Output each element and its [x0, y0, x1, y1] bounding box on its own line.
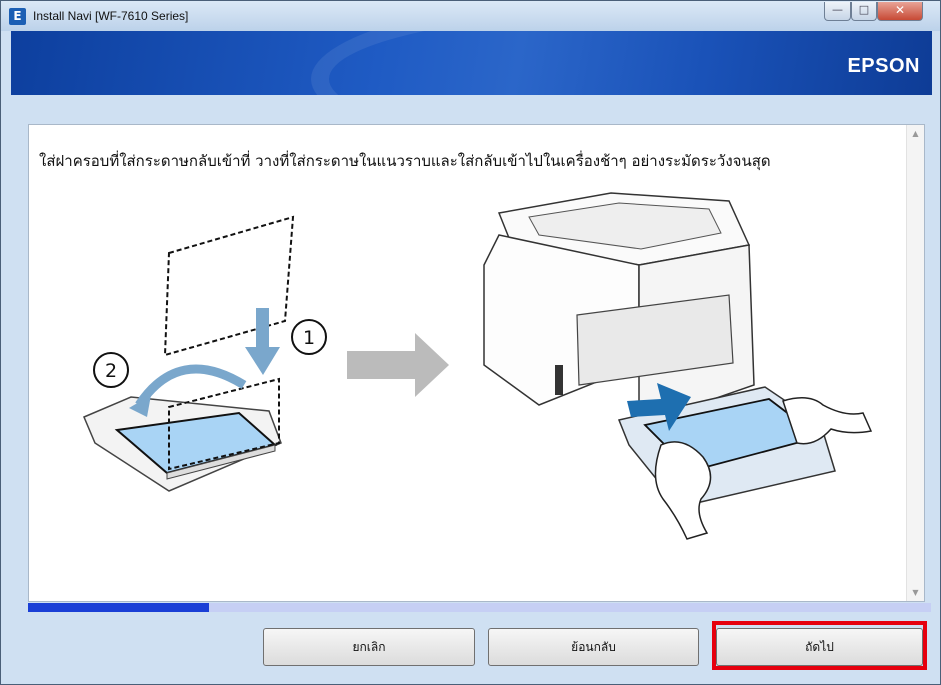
- cover-outline-dashed: [163, 215, 295, 357]
- header-banner: EPSON: [11, 31, 932, 95]
- paper-cassette-illustration: 1 2: [83, 192, 873, 540]
- maximize-button[interactable]: □: [851, 2, 877, 21]
- back-button[interactable]: ย้อนกลับ: [488, 628, 699, 666]
- down-arrow-shaft: [256, 308, 269, 350]
- cassette-cover-illustration: 1 2: [83, 215, 327, 492]
- next-button-highlight: [712, 621, 927, 670]
- cancel-button[interactable]: ยกเลิก: [263, 628, 475, 666]
- vertical-scrollbar[interactable]: ▲ ▼: [906, 125, 924, 601]
- progress-fill: [28, 603, 209, 612]
- main-panel: ใส่ฝาครอบที่ใส่กระดาษกลับเข้าที่ วางที่ใ…: [11, 95, 932, 603]
- install-progress-bar: [28, 603, 931, 612]
- direction-arrow: [347, 333, 449, 397]
- epson-logo: EPSON: [847, 55, 920, 77]
- printer-illustration: [483, 192, 873, 540]
- right-hand: [782, 397, 873, 445]
- scroll-down-icon[interactable]: ▼: [907, 584, 924, 601]
- close-icon: ✕: [894, 3, 906, 17]
- svg-text:2: 2: [105, 360, 117, 382]
- installer-window: E Install Navi [WF-7610 Series] — □ ✕ EP…: [0, 0, 941, 685]
- minimize-icon: —: [832, 3, 843, 16]
- banner-decoration: [311, 31, 932, 95]
- close-button[interactable]: ✕: [877, 2, 923, 21]
- maximize-icon: □: [858, 3, 870, 16]
- svg-text:1: 1: [303, 327, 315, 349]
- window-title: Install Navi [WF-7610 Series]: [33, 9, 189, 23]
- minimize-button[interactable]: —: [824, 2, 851, 21]
- title-bar: E Install Navi [WF-7610 Series] — □ ✕: [1, 1, 940, 31]
- left-hand: [654, 441, 712, 540]
- instruction-area: ใส่ฝาครอบที่ใส่กระดาษกลับเข้าที่ วางที่ใ…: [28, 124, 925, 602]
- epson-app-icon: E: [9, 8, 26, 25]
- scroll-up-icon[interactable]: ▲: [907, 125, 924, 142]
- down-arrow-head: [245, 347, 280, 375]
